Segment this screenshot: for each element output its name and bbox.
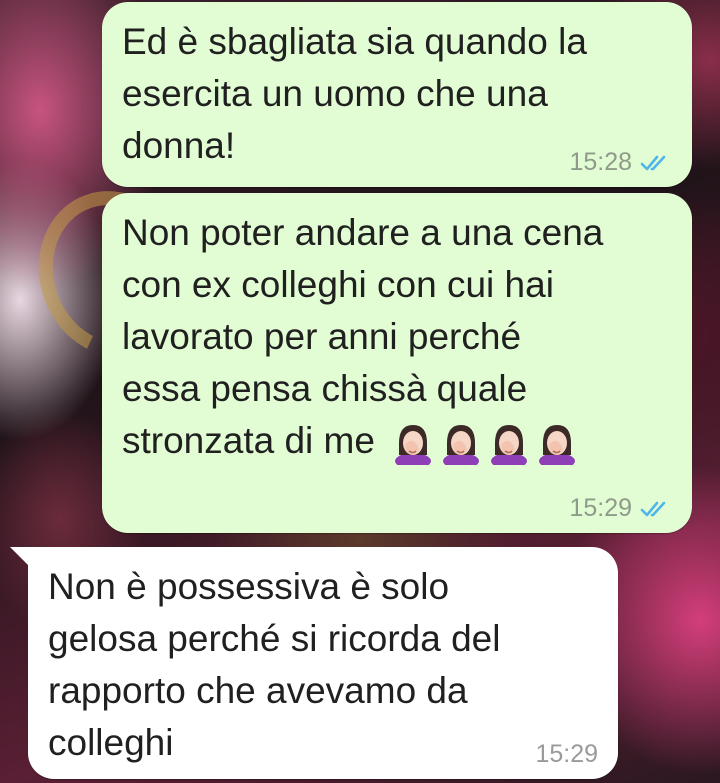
woman-facepalming-icon	[491, 425, 528, 466]
message-time: 15:29	[569, 494, 632, 522]
message-meta: 15:29	[535, 740, 598, 769]
message-text: Non è possessiva è solo gelosa perché si…	[48, 561, 500, 769]
message-time: 15:29	[535, 740, 598, 768]
double-check-read-icon	[640, 501, 666, 516]
message-text: Non poter andare a una cena con ex colle…	[122, 207, 603, 467]
message-line: stronzata di me	[122, 415, 603, 467]
message-line: con ex colleghi con cui hai	[122, 264, 554, 305]
message-text: Ed è sbagliata sia quando la esercita un…	[122, 16, 587, 172]
message-line: colleghi	[48, 722, 174, 763]
message-line: rapporto che avevamo da	[48, 670, 468, 711]
message-time: 15:28	[569, 148, 632, 176]
woman-facepalming-icon	[395, 425, 432, 466]
message-line: lavorato per anni perché	[122, 316, 522, 357]
emoji-group	[391, 421, 579, 466]
double-check-read-icon	[640, 155, 666, 170]
message-line: donna!	[122, 125, 236, 166]
message-line: Ed è sbagliata sia quando la	[122, 21, 587, 62]
message-bubble-outgoing[interactable]: Ed è sbagliata sia quando la esercita un…	[102, 2, 692, 187]
woman-facepalming-icon	[443, 425, 480, 466]
bubble-tail	[10, 547, 32, 569]
message-line: Non è possessiva è solo	[48, 566, 450, 607]
woman-facepalming-icon	[539, 425, 576, 466]
message-line: esercita un uomo che una	[122, 73, 548, 114]
message-bubble-outgoing[interactable]: Non poter andare a una cena con ex colle…	[102, 193, 692, 533]
message-line: Non poter andare a una cena	[122, 212, 604, 253]
message-meta: 15:28	[569, 148, 672, 177]
message-line: essa pensa chissà quale	[122, 368, 528, 409]
message-bubble-incoming[interactable]: Non è possessiva è solo gelosa perché si…	[10, 547, 618, 779]
message-line: gelosa perché si ricorda del	[48, 618, 501, 659]
message-meta: 15:29	[569, 494, 672, 523]
message-line-text: stronzata di me	[122, 420, 375, 461]
